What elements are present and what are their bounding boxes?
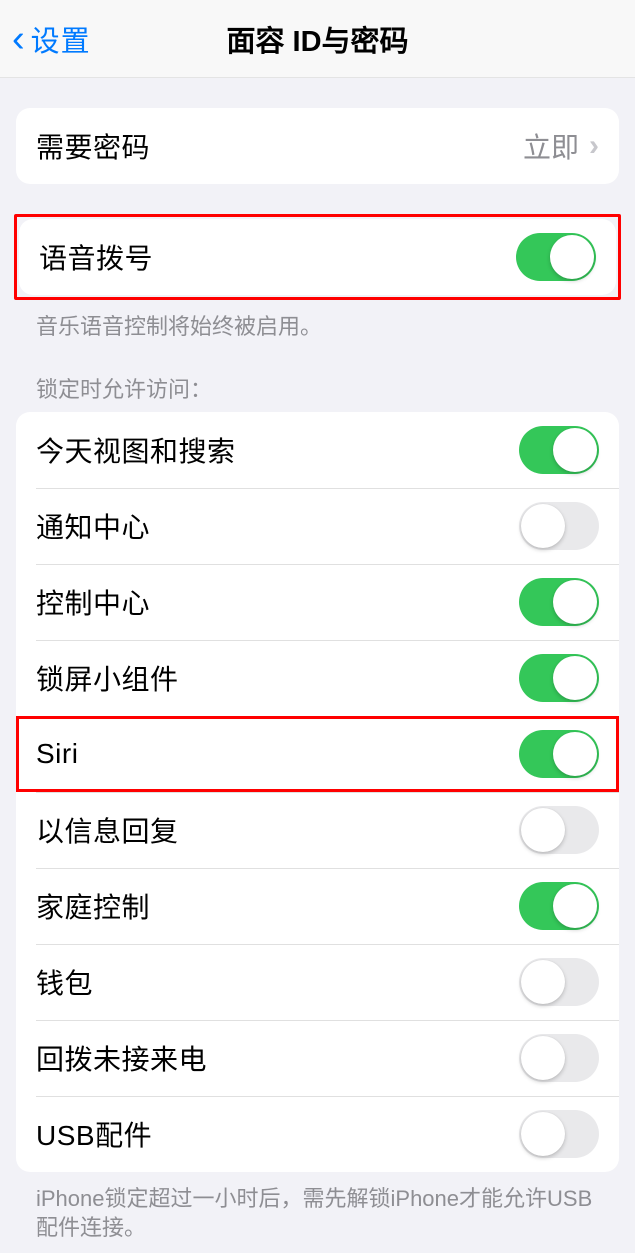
notification-center-row: 通知中心 xyxy=(16,488,619,564)
voice-dial-row: 语音拨号 xyxy=(19,219,616,295)
control-center-label: 控制中心 xyxy=(36,582,150,622)
wallet-toggle[interactable] xyxy=(519,958,599,1006)
toggle-knob xyxy=(521,808,565,852)
control-center-toggle[interactable] xyxy=(519,578,599,626)
lock-screen-widgets-label: 锁屏小组件 xyxy=(36,658,179,698)
return-missed-calls-row: 回拨未接来电 xyxy=(16,1020,619,1096)
siri-row: Siri xyxy=(16,716,619,792)
page-title: 面容 ID与密码 xyxy=(226,18,408,60)
navigation-bar: ‹ 设置 面容 ID与密码 xyxy=(0,0,635,78)
voice-dial-toggle[interactable] xyxy=(516,233,596,281)
today-view-toggle[interactable] xyxy=(519,426,599,474)
toggle-knob xyxy=(521,960,565,1004)
toggle-knob xyxy=(553,656,597,700)
require-passcode-value-container: 立即 › xyxy=(523,126,599,166)
reply-with-message-row: 以信息回复 xyxy=(16,792,619,868)
return-missed-calls-label: 回拨未接来电 xyxy=(36,1038,207,1078)
toggle-knob xyxy=(550,235,594,279)
today-view-row: 今天视图和搜索 xyxy=(16,412,619,488)
chevron-right-icon: › xyxy=(589,131,599,161)
lock-screen-widgets-toggle[interactable] xyxy=(519,654,599,702)
back-label: 设置 xyxy=(31,18,91,60)
home-control-label: 家庭控制 xyxy=(36,886,150,926)
reply-with-message-label: 以信息回复 xyxy=(36,810,179,850)
usb-accessories-label: USB配件 xyxy=(36,1114,152,1154)
require-passcode-group: 需要密码 立即 › xyxy=(16,108,619,184)
voice-dial-group: 语音拨号 xyxy=(19,219,616,295)
toggle-knob xyxy=(553,580,597,624)
voice-dial-label: 语音拨号 xyxy=(39,237,153,277)
usb-accessories-row: USB配件 xyxy=(16,1096,619,1172)
back-button[interactable]: ‹ 设置 xyxy=(0,18,91,60)
toggle-knob xyxy=(553,884,597,928)
today-view-label: 今天视图和搜索 xyxy=(36,430,236,470)
require-passcode-value: 立即 xyxy=(523,126,579,166)
lock-access-group: 今天视图和搜索 通知中心 控制中心 锁屏小组件 Siri xyxy=(16,412,619,1172)
home-control-toggle[interactable] xyxy=(519,882,599,930)
toggle-knob xyxy=(553,428,597,472)
siri-label: Siri xyxy=(36,738,78,770)
require-passcode-label: 需要密码 xyxy=(36,126,150,166)
toggle-knob xyxy=(521,1036,565,1080)
wallet-row: 钱包 xyxy=(16,944,619,1020)
return-missed-calls-toggle[interactable] xyxy=(519,1034,599,1082)
control-center-row: 控制中心 xyxy=(16,564,619,640)
voice-dial-highlight: 语音拨号 xyxy=(14,214,621,300)
toggle-knob xyxy=(521,1112,565,1156)
notification-center-toggle[interactable] xyxy=(519,502,599,550)
chevron-left-icon: ‹ xyxy=(12,20,25,58)
toggle-knob xyxy=(553,732,597,776)
usb-accessories-toggle[interactable] xyxy=(519,1110,599,1158)
lock-access-footer: iPhone锁定超过一小时后，需先解锁iPhone才能允许USB 配件连接。 xyxy=(36,1184,599,1243)
toggle-knob xyxy=(521,504,565,548)
wallet-label: 钱包 xyxy=(36,962,93,1002)
voice-dial-footer: 音乐语音控制将始终被启用。 xyxy=(36,312,599,342)
lock-screen-widgets-row: 锁屏小组件 xyxy=(16,640,619,716)
reply-with-message-toggle[interactable] xyxy=(519,806,599,854)
require-passcode-row[interactable]: 需要密码 立即 › xyxy=(16,108,619,184)
home-control-row: 家庭控制 xyxy=(16,868,619,944)
notification-center-label: 通知中心 xyxy=(36,506,150,546)
siri-toggle[interactable] xyxy=(519,730,599,778)
lock-access-header: 锁定时允许访问： xyxy=(36,372,599,404)
